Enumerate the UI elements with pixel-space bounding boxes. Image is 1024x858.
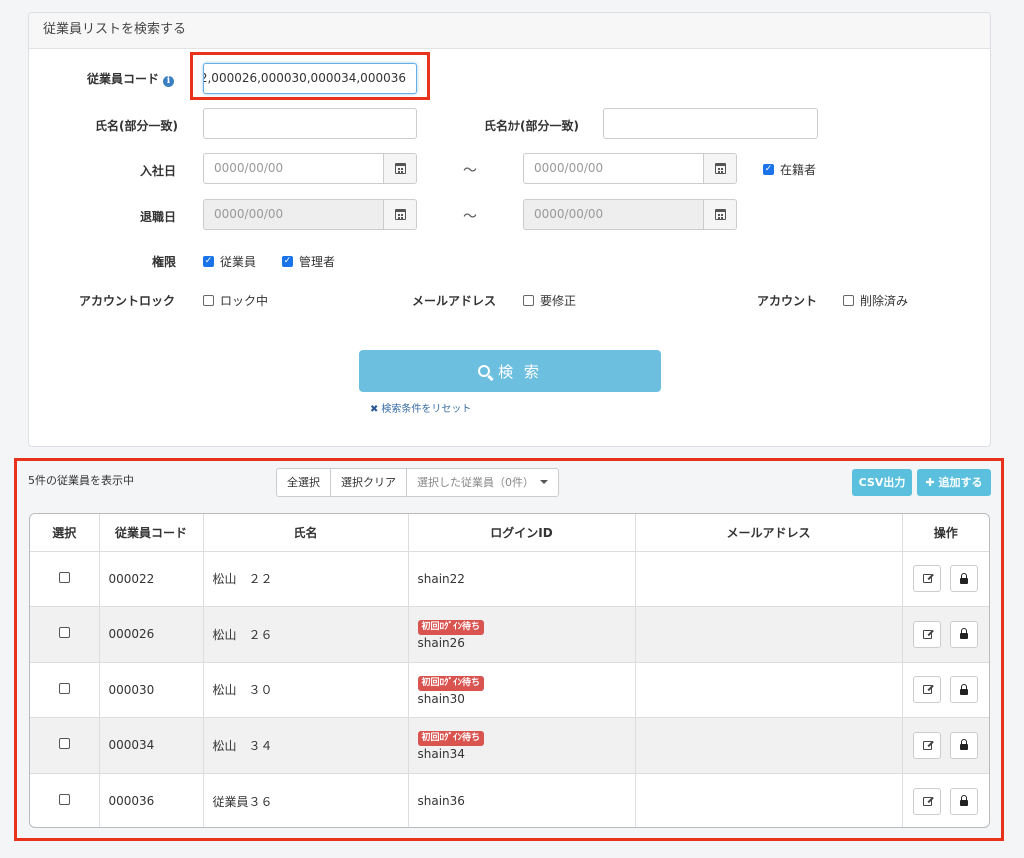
calendar-button[interactable] bbox=[703, 154, 736, 183]
reset-link[interactable]: ✖ 検索条件をリセット bbox=[370, 400, 471, 415]
account-lock-label: アカウントロック bbox=[79, 294, 176, 308]
info-icon[interactable]: i bbox=[163, 76, 175, 87]
enrolled-checkbox[interactable]: ✓ 在籍者 bbox=[763, 161, 816, 178]
range-tilde: ～ bbox=[463, 163, 477, 179]
retire-date-from-input[interactable]: 0000/00/00 bbox=[203, 199, 417, 230]
search-button[interactable]: 検 索 bbox=[359, 350, 661, 392]
mail-address-checkbox[interactable]: 要修正 bbox=[523, 292, 576, 309]
calendar-button[interactable] bbox=[703, 200, 736, 229]
check-icon: ✓ bbox=[282, 256, 293, 267]
name-input[interactable] bbox=[203, 108, 417, 139]
name-kana-label: 氏名ｶﾅ(部分一致) bbox=[484, 119, 579, 133]
calendar-icon bbox=[714, 163, 726, 174]
search-panel: 従業員リストを検索する 従業員コードi 000022,000026,000030… bbox=[28, 12, 991, 447]
check-icon: ✓ bbox=[203, 256, 214, 267]
retire-date-to-input[interactable]: 0000/00/00 bbox=[523, 199, 737, 230]
highlight-box-employee-code bbox=[190, 52, 430, 100]
calendar-icon bbox=[714, 209, 726, 220]
hire-date-label: 入社日 bbox=[140, 164, 177, 178]
name-label: 氏名(部分一致) bbox=[95, 119, 178, 133]
hire-date-from-input[interactable]: 0000/00/00 bbox=[203, 153, 417, 184]
calendar-icon bbox=[394, 163, 406, 174]
calendar-button[interactable] bbox=[383, 200, 416, 229]
account-lock-checkbox[interactable]: ロック中 bbox=[203, 292, 268, 309]
permission-label: 権限 bbox=[152, 255, 177, 269]
employee-code-label: 従業員コード i bbox=[87, 70, 175, 87]
calendar-icon bbox=[394, 209, 406, 220]
name-kana-input[interactable] bbox=[603, 108, 818, 139]
retire-date-label: 退職日 bbox=[140, 210, 177, 224]
account-label: アカウント bbox=[757, 294, 818, 308]
highlight-box-results bbox=[14, 458, 1004, 841]
close-icon: ✖ bbox=[370, 404, 379, 415]
calendar-button[interactable] bbox=[383, 154, 416, 183]
search-icon bbox=[478, 365, 491, 377]
hire-date-to-input[interactable]: 0000/00/00 bbox=[523, 153, 737, 184]
permission-manager-checkbox[interactable]: ✓ 管理者 bbox=[282, 253, 335, 270]
search-panel-title: 従業員リストを検索する bbox=[29, 13, 990, 49]
mail-address-label: メールアドレス bbox=[412, 294, 497, 308]
check-icon: ✓ bbox=[763, 164, 774, 175]
account-deleted-checkbox[interactable]: 削除済み bbox=[843, 292, 908, 309]
permission-employee-checkbox[interactable]: ✓ 従業員 bbox=[203, 253, 256, 270]
range-tilde: ～ bbox=[463, 209, 477, 225]
